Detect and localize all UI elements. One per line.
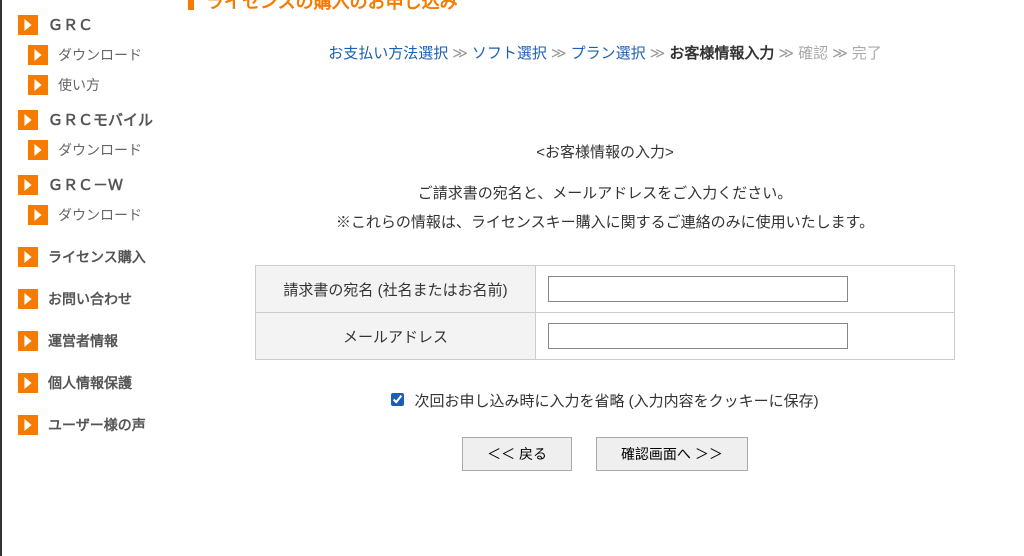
sidebar-heading[interactable]: ＧＲＣ－Ｗ [18,174,186,195]
arrow-right-icon [18,289,38,309]
billing-name-input[interactable] [548,276,848,302]
cookie-save-label[interactable]: 次回お申し込み時に入力を省略 (入力内容をクッキーに保存) [391,393,818,410]
desc-line-1: ご請求書の宛名と、メールアドレスをご入力ください。 [206,180,1004,209]
sidebar-heading[interactable]: ＧＲＣ [18,14,186,35]
sidebar-item-label: ユーザー様の声 [48,415,146,435]
sidebar-sub-label: ダウンロード [58,140,142,160]
breadcrumb-separator: ≫ [832,45,848,62]
sidebar-item-label: ライセンス購入 [48,247,146,267]
sidebar-heading-label: ＧＲＣ [48,14,93,35]
cookie-save-checkbox[interactable] [391,393,404,406]
back-button[interactable]: ＜＜ 戻る [462,437,572,471]
button-row: ＜＜ 戻る 確認画面へ ＞＞ [206,437,1004,471]
sidebar-sub-item[interactable]: ダウンロード [28,45,186,65]
sidebar-sub-label: ダウンロード [58,45,142,65]
arrow-right-icon [28,205,48,225]
arrow-right-icon [18,110,38,130]
sidebar-item[interactable]: ユーザー様の声 [18,415,186,435]
arrow-right-icon [18,331,38,351]
breadcrumb-step[interactable]: プラン選択 [571,45,646,62]
arrow-right-icon [18,373,38,393]
sidebar-sub-item[interactable]: 使い方 [28,75,186,95]
sidebar-heading-label: ＧＲＣモバイル [48,109,153,130]
breadcrumb-separator: ≫ [650,45,666,62]
breadcrumb-step[interactable]: お支払い方法選択 [328,45,448,62]
sidebar-item-label: お問い合わせ [48,289,132,309]
main-content: ライセンスの購入のお申し込み お支払い方法選択≫ソフト選択≫プラン選択≫お客様情… [186,0,1024,556]
desc-line-2: ※これらの情報は、ライセンスキー購入に関するご連絡のみに使用いたします。 [206,209,1004,238]
sidebar-sub-item[interactable]: ダウンロード [28,205,186,225]
arrow-right-icon [28,75,48,95]
sidebar-item[interactable]: ライセンス購入 [18,247,186,267]
arrow-right-icon [18,415,38,435]
confirm-button[interactable]: 確認画面へ ＞＞ [596,437,748,471]
arrow-right-icon [18,15,38,35]
sidebar-item[interactable]: お問い合わせ [18,289,186,309]
breadcrumb-step-disabled: 確認 [798,45,828,62]
sidebar-sub-label: 使い方 [58,75,100,95]
sidebar-sub-item[interactable]: ダウンロード [28,140,186,160]
sidebar-heading[interactable]: ＧＲＣモバイル [18,109,186,130]
table-row: メールアドレス [256,313,955,360]
sidebar-item[interactable]: 個人情報保護 [18,373,186,393]
sidebar-heading-label: ＧＲＣ－Ｗ [48,174,123,195]
section-heading: <お客様情報の入力> [206,141,1004,162]
description: ご請求書の宛名と、メールアドレスをご入力ください。 ※これらの情報は、ライセンス… [206,180,1004,237]
arrow-right-icon [28,45,48,65]
breadcrumb-step-disabled: 完了 [852,45,882,62]
label-billing-name: 請求書の宛名 (社名またはお名前) [256,266,536,313]
breadcrumb: お支払い方法選択≫ソフト選択≫プラン選択≫お客様情報入力≫確認≫完了 [206,42,1004,63]
breadcrumb-separator: ≫ [778,45,794,62]
cookie-checkbox-row: 次回お申し込み時に入力を省略 (入力内容をクッキーに保存) [206,390,1004,411]
breadcrumb-step[interactable]: ソフト選択 [472,45,547,62]
sidebar-item-label: 運営者情報 [48,331,118,351]
arrow-right-icon [18,247,38,267]
sidebar-item-label: 個人情報保護 [48,373,132,393]
breadcrumb-separator: ≫ [452,45,468,62]
email-input[interactable] [548,323,848,349]
table-row: 請求書の宛名 (社名またはお名前) [256,266,955,313]
sidebar-sub-label: ダウンロード [58,205,142,225]
label-email: メールアドレス [256,313,536,360]
arrow-right-icon [18,175,38,195]
breadcrumb-current: お客様情報入力 [669,45,774,62]
page-title: ライセンスの購入のお申し込み [206,0,458,14]
cookie-checkbox-text: 次回お申し込み時に入力を省略 (入力内容をクッキーに保存) [415,393,819,410]
title-accent-bar [188,0,194,10]
sidebar-item[interactable]: 運営者情報 [18,331,186,351]
breadcrumb-separator: ≫ [551,45,567,62]
arrow-right-icon [28,140,48,160]
sidebar: ＧＲＣ ダウンロード使い方 ＧＲＣモバイルダウンロード ＧＲＣ－Ｗ ダウンロード ライセ… [2,0,186,556]
customer-form-table: 請求書の宛名 (社名またはお名前) メールアドレス [255,265,955,360]
